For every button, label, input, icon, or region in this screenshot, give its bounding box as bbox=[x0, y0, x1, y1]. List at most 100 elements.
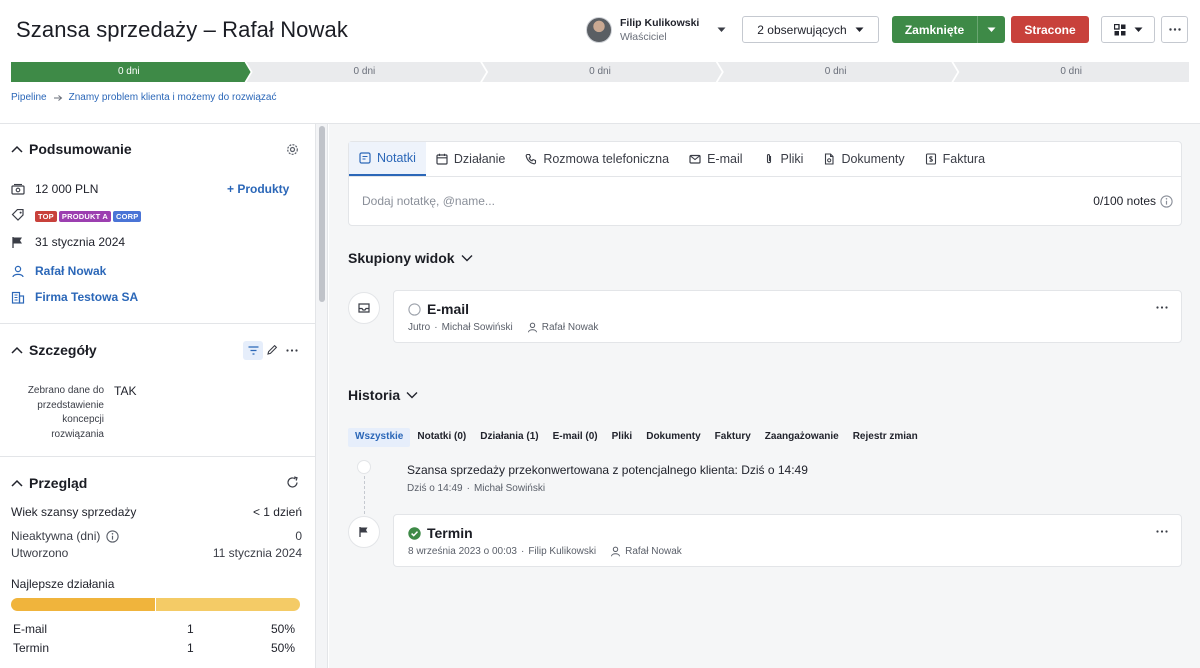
history-filter-tab[interactable]: Wszystkie bbox=[348, 428, 411, 447]
overview-header[interactable]: Przegląd bbox=[11, 475, 87, 491]
history-title: Historia bbox=[348, 387, 401, 403]
person-link[interactable]: Rafał Nowak bbox=[35, 264, 106, 278]
lost-button[interactable]: Stracone bbox=[1011, 16, 1089, 43]
more-icon[interactable] bbox=[1156, 306, 1168, 309]
edit-icon[interactable] bbox=[266, 344, 278, 356]
composer-tab[interactable]: Działanie bbox=[426, 142, 515, 176]
tag-list[interactable]: TOP PRODUKT A CORP bbox=[35, 208, 143, 222]
chevron-down-icon bbox=[855, 27, 864, 33]
history-filter-tab[interactable]: Faktury bbox=[708, 428, 758, 447]
composer-tab[interactable]: Dokumenty bbox=[813, 142, 914, 176]
inactive-value: 0 bbox=[295, 529, 302, 543]
followers-button[interactable]: 2 obserwujących bbox=[742, 16, 879, 43]
composer-tab[interactable]: E-mail bbox=[679, 142, 752, 176]
composer-tab[interactable]: Pliki bbox=[753, 142, 814, 176]
history-activity-date: 8 września 2023 o 00:03 bbox=[408, 546, 517, 557]
gear-icon[interactable] bbox=[286, 143, 299, 156]
add-products-link[interactable]: + Produkty bbox=[227, 182, 289, 196]
history-filter-tab[interactable]: Notatki (0) bbox=[410, 428, 473, 447]
composer-tab-label: Notatki bbox=[377, 151, 416, 165]
note-input[interactable]: Dodaj notatkę, @name... bbox=[362, 194, 495, 208]
history-event-text: Szansa sprzedaży przekonwertowana z pote… bbox=[407, 463, 808, 477]
history-activity-title[interactable]: Termin bbox=[427, 525, 473, 541]
timeline-line bbox=[364, 476, 365, 514]
person-icon bbox=[11, 265, 25, 278]
stage-label: 0 dni bbox=[589, 66, 611, 77]
won-button[interactable]: Zamknięte bbox=[892, 16, 978, 43]
person-icon bbox=[610, 546, 621, 557]
page-title: Szansa sprzedaży – Rafał Nowak bbox=[16, 17, 348, 42]
history-event-meta: Dziś o 14:49 · Michał Sowiński bbox=[407, 483, 546, 494]
chevron-up-icon bbox=[11, 346, 23, 354]
history-filter-tab[interactable]: Działania (1) bbox=[473, 428, 545, 447]
more-icon[interactable] bbox=[286, 349, 298, 352]
history-event-user: Michał Sowiński bbox=[473, 483, 546, 494]
person-row: Rafał Nowak bbox=[11, 264, 106, 278]
top-activities-label: Najlepsze działania bbox=[11, 577, 115, 591]
owner-selector[interactable]: Filip Kulikowski Właściciel bbox=[586, 14, 726, 46]
activity-count: 1 bbox=[187, 622, 194, 636]
note-counter: 0/100 notes bbox=[1093, 194, 1173, 208]
avatar bbox=[586, 17, 612, 43]
tag-chip[interactable]: PRODUKT A bbox=[58, 211, 111, 222]
history-filter-tab[interactable]: Rejestr zmian bbox=[846, 428, 925, 447]
more-options-button[interactable] bbox=[1161, 16, 1188, 43]
calendar-icon bbox=[436, 153, 448, 165]
history-activity-card[interactable]: Termin 8 września 2023 o 00:03 · Filip K… bbox=[393, 514, 1182, 567]
history-filters: Wszystkie Notatki (0) Działania (1) E-mail … bbox=[348, 428, 925, 447]
view-switch-button[interactable] bbox=[1101, 16, 1155, 43]
check-circle-icon[interactable] bbox=[408, 526, 421, 540]
history-activity-meta: 8 września 2023 o 00:03 · Filip Kulikows… bbox=[408, 546, 682, 557]
composer-tab-label: E-mail bbox=[707, 152, 743, 166]
focused-view-toggle[interactable]: Skupiony widok bbox=[348, 250, 473, 266]
flag-icon bbox=[11, 236, 25, 249]
created-label: Utworzono bbox=[11, 546, 69, 560]
info-icon[interactable] bbox=[1160, 194, 1173, 208]
won-dropdown-button[interactable] bbox=[978, 16, 1005, 43]
composer-tab-label: Pliki bbox=[780, 152, 804, 166]
details-header[interactable]: Szczegóły bbox=[11, 342, 97, 358]
history-filter-tab[interactable]: Pliki bbox=[605, 428, 640, 447]
inactive-label: Nieaktywna (dni) bbox=[11, 529, 101, 543]
inbox-icon bbox=[357, 302, 371, 314]
history-filter-tab[interactable]: Zaangażowanie bbox=[758, 428, 846, 447]
tag-chip[interactable]: TOP bbox=[35, 211, 57, 222]
activity-row: Termin 1 50% bbox=[13, 641, 295, 660]
organization-row: Firma Testowa SA bbox=[11, 290, 138, 304]
stage-label: 0 dni bbox=[1060, 66, 1083, 77]
refresh-icon[interactable] bbox=[286, 476, 299, 489]
focused-activity-meta: Jutro · Michał Sowiński Rafał Nowak bbox=[408, 322, 599, 333]
deal-value: 12 000 PLN bbox=[35, 182, 99, 196]
summary-header[interactable]: Podsumowanie bbox=[11, 141, 132, 157]
composer-tab-label: Działanie bbox=[453, 152, 506, 166]
filter-button[interactable] bbox=[243, 341, 263, 360]
custom-field-value[interactable]: TAK bbox=[114, 384, 136, 398]
composer-tab[interactable]: Notatki bbox=[349, 142, 426, 176]
pipeline-stages: 0 dni 0 dni 0 dni 0 dni 0 dni bbox=[11, 62, 1189, 82]
history-filter-tab[interactable]: E-mail (0) bbox=[546, 428, 605, 447]
chevron-down-icon bbox=[717, 27, 726, 33]
composer-tab[interactable]: Faktura bbox=[915, 142, 995, 176]
composer-tab[interactable]: Rozmowa telefoniczna bbox=[515, 142, 679, 176]
history-filter-tab[interactable]: Dokumenty bbox=[639, 428, 707, 447]
breadcrumb-pipeline-link[interactable]: Pipeline bbox=[11, 92, 47, 103]
focused-activity-card[interactable]: E-mail Jutro · Michał Sowiński Rafał Now… bbox=[393, 290, 1182, 343]
focused-activity-person[interactable]: Rafał Nowak bbox=[542, 322, 599, 333]
note-counter-text: 0/100 notes bbox=[1093, 194, 1156, 208]
scrollbar-thumb[interactable] bbox=[319, 126, 325, 302]
tag-chip[interactable]: CORP bbox=[113, 211, 142, 222]
chevron-down-icon bbox=[461, 254, 473, 262]
history-toggle[interactable]: Historia bbox=[348, 387, 418, 403]
more-icon[interactable] bbox=[1156, 530, 1168, 533]
organization-link[interactable]: Firma Testowa SA bbox=[35, 290, 138, 304]
history-activity-person[interactable]: Rafał Nowak bbox=[625, 546, 682, 557]
chevron-up-icon bbox=[11, 145, 23, 153]
composer: Notatki Działanie Rozmowa telefoniczna E-ma… bbox=[348, 141, 1182, 226]
close-date: 31 stycznia 2024 bbox=[35, 235, 126, 249]
checkbox-circle[interactable] bbox=[408, 302, 421, 316]
info-icon[interactable] bbox=[106, 529, 120, 543]
paperclip-icon bbox=[763, 153, 775, 165]
focused-activity-title[interactable]: E-mail bbox=[427, 301, 469, 317]
breadcrumb-stage-link[interactable]: Znamy problem klienta i możemy do rozwią… bbox=[69, 92, 277, 103]
document-icon bbox=[823, 153, 835, 165]
